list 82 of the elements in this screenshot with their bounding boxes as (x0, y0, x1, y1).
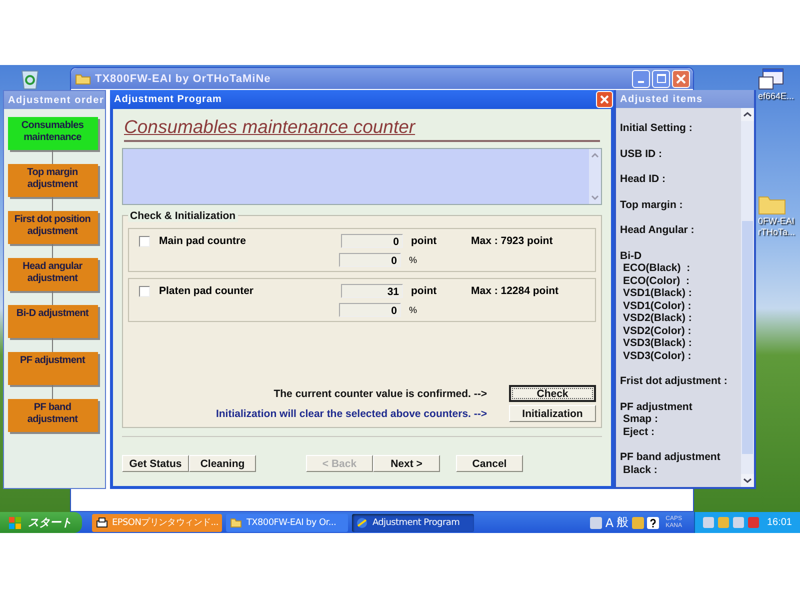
close-button[interactable] (672, 70, 690, 88)
adjusted-item-label: Head ID : (620, 173, 667, 186)
counter-field: 31 (341, 284, 403, 298)
max-label: Max : 7923 point (471, 235, 553, 247)
adjusted-item-label: VSD3(Color) : (622, 350, 692, 362)
maximize-button[interactable] (652, 70, 670, 88)
unit-label: % (409, 255, 418, 265)
scrollbar[interactable] (741, 108, 754, 487)
unit-label: point (411, 285, 438, 297)
checkbox[interactable] (139, 236, 150, 246)
minimize-button[interactable] (632, 70, 650, 88)
message-box[interactable] (122, 148, 602, 205)
adjusted-item-label: VSD3(Black) : (622, 337, 693, 350)
help-icon[interactable] (646, 516, 659, 528)
desktop-icon-label: rTHoTa... (758, 227, 796, 237)
desktop-icon-label: 0FW-EAI (758, 216, 794, 226)
footer-button[interactable]: Cleaning (189, 455, 256, 472)
initialization-button[interactable]: Initialization (509, 405, 596, 422)
adjusted-item-label: USB ID : (620, 148, 663, 160)
percent-field: 0 (339, 303, 401, 317)
unit-label: % (409, 305, 418, 315)
tray-icon[interactable] (702, 517, 714, 528)
window-icon[interactable] (758, 68, 786, 90)
wizard-button[interactable]: Cancel (456, 455, 523, 472)
adjusted-item-label: Top margin : (620, 198, 684, 211)
adjusted-item-label: PF adjustment (620, 400, 694, 413)
unit-label: point (411, 235, 438, 247)
check-button[interactable]: Check (509, 385, 596, 402)
adjusted-item-label: Initial Setting : (620, 122, 694, 134)
clock: 16:01 (766, 517, 792, 528)
adjusted-item-label: ECO(Color) : (622, 274, 690, 287)
windows-logo-icon (8, 516, 22, 530)
adjusted-item-label: PF band adjustment (620, 451, 722, 464)
max-label: Max : 12284 point (471, 285, 559, 297)
adjusted-item-label: ECO(Black) : (622, 262, 692, 274)
adjusted-item-label: Bi-D (620, 250, 643, 262)
adjusted-item-label: Frist dot adjustment : (620, 375, 728, 388)
page-heading: Consumables maintenance counter (124, 116, 600, 142)
program-icon (356, 516, 368, 528)
group-title: Check & Initialization (128, 210, 238, 222)
percent-field: 0 (339, 253, 401, 267)
folder-icon (230, 516, 242, 528)
printer-icon (96, 516, 108, 528)
desktop-icon-label: ef664E... (758, 91, 794, 101)
panel-title: Adjustment order (4, 91, 105, 109)
adjusted-item-label: Eject : (622, 426, 656, 438)
counter-label: Main pad countre (159, 235, 247, 247)
window-title: TX800FW-EAI by OrTHoTaMiNe (95, 72, 272, 84)
adjustment-step-button[interactable]: Consumables maintenance (8, 117, 98, 150)
adjustment-step-button[interactable]: Top margin adjustment (8, 164, 98, 197)
footer-button[interactable]: Get Status (122, 455, 189, 472)
ime-input-mode[interactable]: 般 (616, 514, 629, 531)
start-button[interactable]: スタート (0, 512, 82, 533)
wizard-button[interactable]: Next > (373, 455, 440, 472)
adjustment-step-button[interactable]: Head angular adjustment (8, 258, 98, 291)
adjusted-item-label: VSD1(Black) : (622, 287, 693, 300)
adjustment-step-button[interactable]: Bi-D adjustment (8, 305, 98, 338)
tray-icon[interactable] (748, 517, 759, 528)
adjusted-item-label: Smap : (622, 413, 660, 426)
adjusted-item-label: VSD1(Color) : (622, 300, 692, 312)
adjusted-item-label: VSD2(Black) : (622, 312, 693, 324)
counter-field: 0 (341, 234, 403, 248)
adjustment-step-button[interactable]: PF band adjustment (8, 399, 98, 432)
adjusted-item-label: VSD2(Color) : (622, 324, 692, 337)
adjustment-step-button[interactable]: First dot position adjustment (8, 211, 98, 244)
scroll-down-button[interactable] (741, 474, 754, 487)
ime-mode[interactable]: A (605, 516, 614, 530)
checkbox[interactable] (139, 286, 150, 296)
close-button[interactable] (596, 91, 613, 108)
taskbar-button[interactable]: Adjustment Program (352, 514, 474, 532)
taskbar-button[interactable]: TX800FW-EAI by Or... (226, 514, 348, 532)
folder-icon (75, 72, 91, 84)
dialog-title: Adjustment Program (114, 94, 222, 105)
adjusted-item-label: Head Angular : (620, 224, 696, 236)
panel-title: Adjusted items (616, 90, 754, 108)
check-note: The current counter value is confirmed. --> (274, 388, 487, 400)
scroll-up-button[interactable] (741, 108, 754, 121)
initialization-note: Initialization will clear the selected above counters. --> (216, 408, 487, 420)
adjustment-step-button[interactable]: PF adjustment (8, 352, 98, 385)
scroll-thumb[interactable] (742, 221, 753, 454)
counter-label: Platen pad counter (159, 285, 255, 297)
adjusted-item-label: Black : (622, 464, 658, 476)
